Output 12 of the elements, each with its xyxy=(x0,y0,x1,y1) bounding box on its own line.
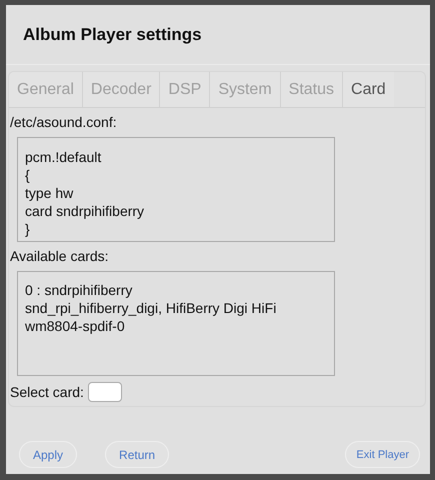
tab[interactable]: General xyxy=(9,72,83,107)
cards-text-area[interactable]: 0 : sndrpihifiberry snd_rpi_hifiberry_digi, HifiBerry Digi HiFi wm8804-spdif-0 xyxy=(17,271,335,376)
config-text-area[interactable]: pcm.!default { type hw card sndrpihifiberry } xyxy=(17,137,335,242)
return-button[interactable]: Return xyxy=(105,441,170,468)
cards-label: Available cards: xyxy=(9,247,110,264)
tab[interactable]: Status xyxy=(280,72,344,107)
apply-button[interactable]: Apply xyxy=(19,441,78,468)
card-input-field[interactable] xyxy=(88,382,122,402)
config-label: /etc/asound.conf: xyxy=(9,113,118,130)
exit-player-button[interactable]: Exit Player xyxy=(345,441,420,468)
select-card-label: Select card: xyxy=(9,384,84,400)
window-title: Album Player settings xyxy=(6,5,430,65)
